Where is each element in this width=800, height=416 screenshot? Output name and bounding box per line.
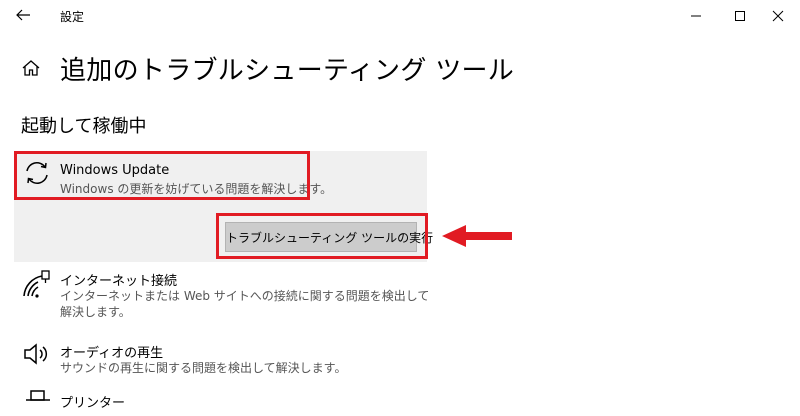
app-title: 設定 — [60, 10, 85, 24]
annotation-arrow-icon — [442, 225, 512, 247]
page-title: 追加のトラブルシューティング ツール — [60, 56, 515, 86]
minimize-icon[interactable] — [686, 6, 706, 26]
close-icon[interactable] — [768, 6, 788, 26]
internet-connection-description: インターネットまたは Web サイトへの接続に関する問題を検出して解決します。 — [60, 289, 430, 319]
home-icon[interactable] — [21, 58, 41, 78]
speaker-icon — [24, 343, 48, 365]
back-arrow-icon[interactable] — [14, 6, 32, 24]
annotation-highlight-box — [14, 151, 310, 200]
section-heading: 起動して稼働中 — [21, 116, 147, 137]
audio-playback-name[interactable]: オーディオの再生 — [60, 342, 163, 361]
audio-playback-description: サウンドの再生に関する問題を検出して解決します。 — [60, 361, 347, 375]
printer-icon — [26, 390, 50, 401]
title-bar: 設定 — [0, 0, 800, 32]
internet-connection-name[interactable]: インターネット接続 — [60, 270, 177, 289]
annotation-highlight-box — [216, 213, 428, 259]
network-icon — [23, 270, 50, 298]
maximize-icon[interactable] — [730, 6, 750, 26]
